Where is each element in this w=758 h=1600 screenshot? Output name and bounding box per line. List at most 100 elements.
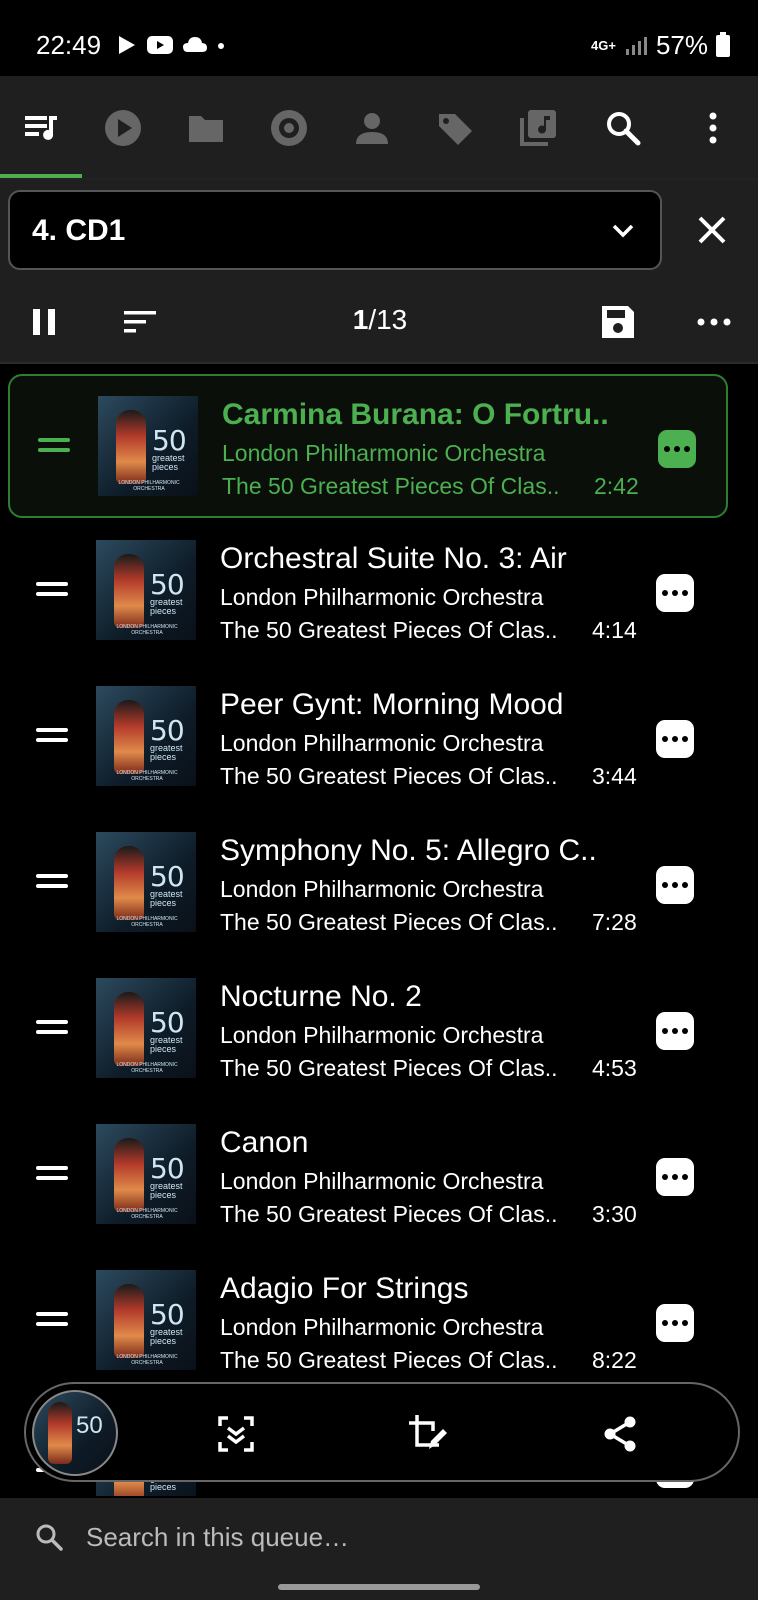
tab-folders[interactable] — [165, 76, 247, 180]
track-title: Peer Gynt: Morning Mood — [220, 688, 564, 721]
queue-search-input[interactable] — [86, 1516, 686, 1558]
search-button[interactable] — [582, 76, 664, 180]
sort-button[interactable] — [116, 298, 164, 346]
search-icon — [607, 112, 641, 146]
table-row[interactable]: 50greatest piecesLONDON PHILHARMONIC ORC… — [8, 666, 728, 810]
track-more-button[interactable] — [656, 1012, 694, 1050]
now-playing-artwork[interactable]: 50 — [32, 1390, 118, 1476]
artwork-number: 50 — [76, 1412, 103, 1439]
disc-icon — [271, 110, 307, 146]
tab-playlists[interactable] — [497, 76, 579, 180]
track-more-button[interactable] — [656, 866, 694, 904]
track-album: The 50 Greatest Pieces Of Clas.. — [220, 1055, 558, 1081]
focus-current-icon — [218, 1416, 254, 1452]
track-album: The 50 Greatest Pieces Of Clas.. — [220, 1347, 558, 1373]
artwork-subtitle: greatest pieces — [150, 743, 183, 762]
queue-name: 4. CD1 — [32, 214, 126, 247]
drag-handle-icon[interactable] — [36, 1312, 68, 1328]
more-vert-icon — [709, 112, 717, 144]
album-art: 50greatest piecesLONDON PHILHARMONIC ORC… — [96, 686, 196, 786]
table-row[interactable]: 50greatest piecesLONDON PHILHARMONIC ORC… — [8, 958, 728, 1102]
library-tab-bar — [0, 76, 758, 180]
artwork-subtitle: greatest pieces — [150, 1327, 183, 1346]
music-notification-icon — [119, 36, 135, 54]
table-row[interactable]: 50greatest piecesLONDON PHILHARMONIC ORC… — [8, 374, 728, 518]
notification-icons — [116, 34, 226, 56]
share-button[interactable] — [598, 1412, 642, 1456]
drag-handle-icon[interactable] — [36, 874, 68, 890]
track-title: Adagio For Strings — [220, 1272, 469, 1305]
artwork-figure — [114, 700, 144, 774]
drag-handle-icon[interactable] — [38, 438, 70, 454]
track-more-button[interactable] — [656, 1158, 694, 1196]
close-icon[interactable] — [692, 210, 732, 250]
track-title: Carmina Burana: O Fortru.. — [222, 398, 609, 431]
save-icon — [602, 306, 634, 338]
drag-handle-icon[interactable] — [36, 1020, 68, 1036]
table-row[interactable]: 50greatest piecesLONDON PHILHARMONIC ORC… — [8, 812, 728, 956]
track-duration: 3:44 — [592, 763, 637, 789]
track-album: The 50 Greatest Pieces Of Clas.. — [222, 473, 560, 499]
table-row[interactable]: 50greatest piecesLONDON PHILHARMONIC ORC… — [8, 1250, 728, 1394]
drag-handle-icon[interactable] — [36, 1166, 68, 1182]
artwork-footer: LONDON PHILHARMONIC ORCHESTRA — [116, 1062, 178, 1074]
track-duration: 8:22 — [592, 1347, 637, 1373]
save-queue-button[interactable] — [594, 298, 642, 346]
track-album: The 50 Greatest Pieces Of Clas.. — [220, 1201, 558, 1227]
track-duration: 4:53 — [592, 1055, 637, 1081]
network-type-icon: 4G+ — [591, 38, 616, 53]
table-row[interactable]: 50greatest piecesLONDON PHILHARMONIC ORC… — [8, 520, 728, 664]
tab-now-playing[interactable] — [82, 76, 164, 180]
queue-music-icon — [25, 116, 57, 140]
track-more-button[interactable] — [656, 574, 694, 612]
gesture-home-bar[interactable] — [278, 1584, 480, 1590]
track-duration: 3:13 — [592, 1493, 637, 1496]
drag-handle-icon[interactable] — [36, 728, 68, 744]
tab-genres[interactable] — [414, 76, 496, 180]
queue-dropdown[interactable]: 4. CD1 — [8, 190, 662, 270]
artwork-figure — [114, 1138, 144, 1212]
cloud-notification-icon — [183, 37, 207, 52]
overflow-menu-button[interactable] — [672, 76, 754, 180]
track-artist: London Philharmonic Orchestra — [220, 730, 544, 756]
artwork-subtitle: greatest pieces — [150, 1035, 183, 1054]
scroll-to-current-button[interactable] — [214, 1412, 258, 1456]
table-row[interactable]: 50greatest piecesLONDON PHILHARMONIC ORC… — [8, 1104, 728, 1248]
library-music-icon — [520, 110, 556, 146]
queue-position: 1/13 — [300, 304, 460, 336]
pause-icon — [33, 309, 55, 335]
album-art: 50greatest piecesLONDON PHILHARMONIC ORC… — [96, 832, 196, 932]
tag-icon — [439, 114, 472, 145]
more-options-button[interactable] — [690, 298, 738, 346]
tab-albums[interactable] — [248, 76, 330, 180]
album-art: 50greatest piecesLONDON PHILHARMONIC ORC… — [98, 396, 198, 496]
play-circle-icon — [105, 110, 141, 146]
artwork-subtitle: greatest pieces — [150, 889, 183, 908]
queue-controls: 1/13 — [0, 280, 758, 364]
status-right: 4G+ 57% — [591, 30, 730, 61]
battery-icon — [716, 31, 730, 57]
track-more-button[interactable] — [658, 430, 696, 468]
battery-percent: 57% — [655, 30, 708, 60]
edit-queue-button[interactable] — [406, 1412, 450, 1456]
track-more-button[interactable] — [656, 720, 694, 758]
track-title: Symphony No. 5: Allegro C.. — [220, 834, 597, 867]
pause-button[interactable] — [20, 298, 68, 346]
drag-handle-icon[interactable] — [36, 582, 68, 598]
active-tab-indicator — [0, 174, 82, 178]
track-artist: London Philharmonic Orchestra — [220, 584, 544, 610]
track-duration: 2:42 — [594, 473, 639, 499]
search-icon — [36, 1524, 63, 1551]
artwork-subtitle: greatest pieces — [150, 1181, 183, 1200]
album-art: 50greatest piecesLONDON PHILHARMONIC ORC… — [96, 1124, 196, 1224]
artwork-footer: LONDON PHILHARMONIC ORCHESTRA — [116, 770, 178, 782]
track-more-button[interactable] — [656, 1304, 694, 1342]
tab-artists[interactable] — [331, 76, 413, 180]
queue-position-total: /13 — [368, 304, 408, 335]
sort-icon — [124, 311, 156, 333]
share-icon — [604, 1416, 636, 1452]
person-icon — [356, 113, 388, 144]
queue-track-list: 50 greatest pieces LONDON PHILHARMONIC ORC… — [0, 366, 758, 1496]
artwork-footer: LONDON PHILHARMONIC ORCHESTRA — [116, 1208, 178, 1220]
tab-queue[interactable] — [0, 76, 82, 180]
